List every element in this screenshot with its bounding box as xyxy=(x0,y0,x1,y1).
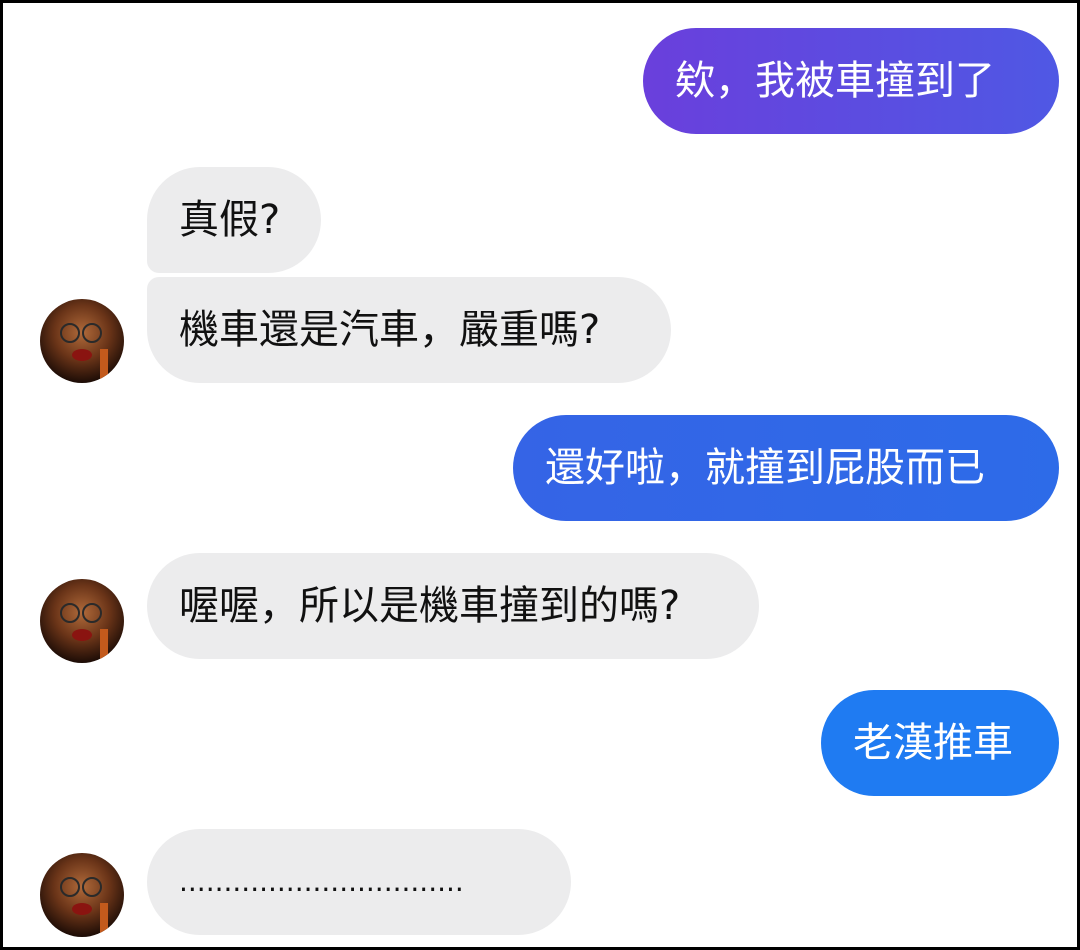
received-message-bubble[interactable]: 真假? xyxy=(147,167,321,273)
message-text: ................................ xyxy=(179,865,464,898)
sent-message-bubble[interactable]: 欸，我被車撞到了 xyxy=(643,28,1059,134)
sent-message-bubble[interactable]: 老漢推車 xyxy=(821,690,1059,796)
message-text: 真假? xyxy=(179,197,281,243)
received-message-bubble[interactable]: ................................ xyxy=(147,829,571,935)
friend-avatar[interactable] xyxy=(40,299,124,383)
message-text: 老漢推車 xyxy=(853,720,1013,766)
message-text: 機車還是汽車，嚴重嗎? xyxy=(179,307,601,353)
friend-avatar[interactable] xyxy=(40,853,124,937)
message-text: 還好啦，就撞到屁股而已 xyxy=(545,445,985,491)
received-message-bubble[interactable]: 喔喔，所以是機車撞到的嗎? xyxy=(147,553,759,659)
chat-thread: 欸，我被車撞到了 真假? 機車還是汽車，嚴重嗎? 還好啦，就撞到屁股而已 喔喔，… xyxy=(3,3,1077,947)
received-message-bubble[interactable]: 機車還是汽車，嚴重嗎? xyxy=(147,277,671,383)
profile-photo-icon xyxy=(40,299,124,383)
friend-avatar[interactable] xyxy=(40,579,124,663)
profile-photo-icon xyxy=(40,853,124,937)
sent-message-bubble[interactable]: 還好啦，就撞到屁股而已 xyxy=(513,415,1059,521)
profile-photo-icon xyxy=(40,579,124,663)
message-text: 欸，我被車撞到了 xyxy=(675,58,995,104)
message-text: 喔喔，所以是機車撞到的嗎? xyxy=(179,583,681,629)
